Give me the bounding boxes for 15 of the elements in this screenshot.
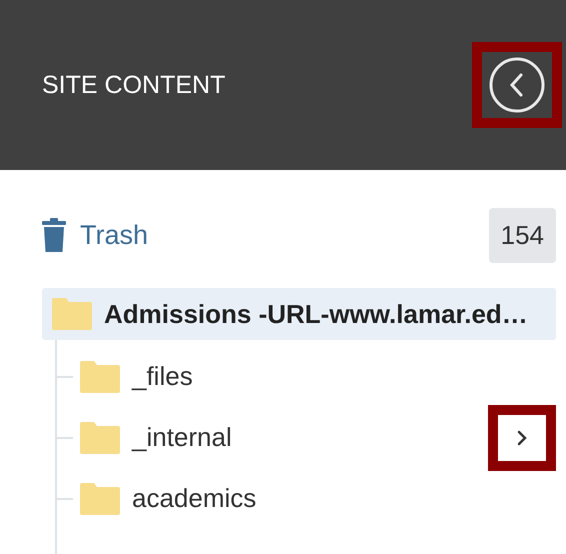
trash-icon[interactable] xyxy=(42,218,66,252)
chevron-right-icon[interactable] xyxy=(515,428,529,446)
collapse-icon[interactable] xyxy=(488,56,546,114)
folder-name[interactable]: academics xyxy=(132,483,556,514)
trash-link[interactable]: Trash xyxy=(80,220,489,250)
count-badge: 154 xyxy=(488,208,556,262)
folder-row[interactable]: Admissions -URL-www.lamar.ed… xyxy=(42,288,556,340)
folder-icon xyxy=(52,298,92,330)
folder-icon xyxy=(80,482,120,514)
panel-title: SITE CONTENT xyxy=(42,70,226,100)
folder-name[interactable]: _internal xyxy=(132,422,488,453)
folder-name[interactable]: _files xyxy=(132,361,556,392)
folder-icon xyxy=(80,422,120,454)
folder-icon xyxy=(80,360,120,392)
folder-name: Admissions -URL-www.lamar.ed… xyxy=(104,298,528,330)
